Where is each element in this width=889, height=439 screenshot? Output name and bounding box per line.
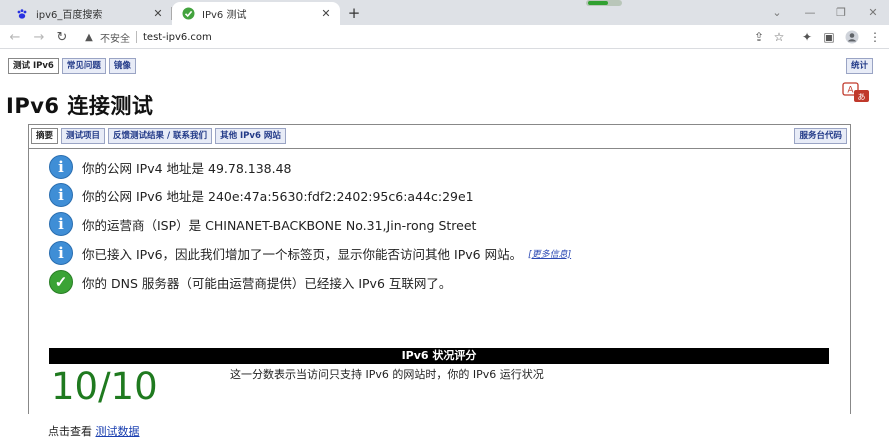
back-arrow-icon[interactable]: ← xyxy=(6,28,24,46)
url-text[interactable]: test-ipv6.com xyxy=(143,32,212,43)
view-data-prefix: 点击查看 xyxy=(48,425,92,438)
minimize-icon[interactable]: — xyxy=(795,2,825,22)
result-dns: ✓ 你的 DNS 服务器（可能由运营商提供）已经接入 IPv6 互联网了。 xyxy=(49,270,451,294)
tab-tests-run[interactable]: 测试项目 xyxy=(61,128,106,144)
score-description: 这一分数表示当访问只支持 IPv6 的网站时，你的 IPv6 运行状况 xyxy=(230,368,544,381)
more-menu-icon[interactable]: ⋮ xyxy=(866,28,884,46)
info-icon: i xyxy=(49,241,73,265)
top-nav: 测试 IPv6 常见问题 镜像 xyxy=(8,58,136,74)
panel-tabs: 摘要 测试项目 反馈测试结果 / 联系我们 其他 IPv6 网站 xyxy=(31,128,286,144)
panel-divider xyxy=(29,148,850,149)
svg-text:あ: あ xyxy=(858,93,866,102)
address-bar[interactable]: ▲ 不安全 test-ipv6.com xyxy=(76,27,792,47)
translate-icon[interactable]: A あ xyxy=(842,82,872,104)
tab-search-indicator xyxy=(586,0,622,6)
info-icon: i xyxy=(49,183,73,207)
browser-toolbar: ← → ↻ ▲ 不安全 test-ipv6.com ⇪ ☆ ✦ ▣ ⋮ xyxy=(0,25,889,49)
tab-share-results[interactable]: 反馈测试结果 / 联系我们 xyxy=(108,128,213,144)
page-content: 测试 IPv6 常见问题 镜像 统计 IPv6 连接测试 A あ 摘要 测试项目… xyxy=(0,50,889,438)
chevron-down-icon[interactable]: ⌄ xyxy=(762,2,792,22)
new-tab-icon[interactable]: + xyxy=(345,4,363,22)
result-ipv6-tab: i 你已接入 IPv6，因此我们增加了一个标签页，显示你能否访问其他 IPv6 … xyxy=(49,241,571,265)
window-close-icon[interactable]: ✕ xyxy=(858,2,888,22)
result-text: 你的 DNS 服务器（可能由运营商提供）已经接入 IPv6 互联网了。 xyxy=(82,275,452,291)
tab-ipv6-test[interactable]: IPv6 测试 ✕ xyxy=(172,2,340,25)
tab-baidu-search[interactable]: ipv6_百度搜索 ✕ xyxy=(6,2,172,25)
forward-arrow-icon[interactable]: → xyxy=(30,28,48,46)
result-text: 你的公网 IPv4 地址是 49.78.138.48 xyxy=(82,160,292,176)
results-panel: 摘要 测试项目 反馈测试结果 / 联系我们 其他 IPv6 网站 服务台代码 i… xyxy=(28,124,851,438)
info-icon: i xyxy=(49,155,73,179)
tab-title: IPv6 测试 xyxy=(202,10,247,21)
info-icon: i xyxy=(49,212,73,236)
tab-other-ipv6-sites[interactable]: 其他 IPv6 网站 xyxy=(215,128,286,144)
result-ipv6: i 你的公网 IPv6 地址是 240e:47a:5630:fdf2:2402:… xyxy=(49,183,474,207)
nav-faq[interactable]: 常见问题 xyxy=(61,58,106,74)
baidu-paw-icon xyxy=(15,7,29,21)
share-icon[interactable]: ⇪ xyxy=(750,28,768,46)
more-info-link[interactable]: [更多信息] xyxy=(528,247,571,260)
close-icon[interactable]: ✕ xyxy=(318,6,334,22)
warning-triangle-icon[interactable]: ▲ xyxy=(82,32,96,43)
bookmark-star-icon[interactable]: ☆ xyxy=(770,28,788,46)
result-text: 你的公网 IPv6 地址是 240e:47a:5630:fdf2:2402:95… xyxy=(82,188,474,204)
stats-button[interactable]: 统计 xyxy=(846,58,874,74)
tab-help-desk-code[interactable]: 服务台代码 xyxy=(794,128,847,144)
side-panel-icon[interactable]: ▣ xyxy=(820,28,838,46)
close-icon[interactable]: ✕ xyxy=(150,6,166,22)
green-check-icon xyxy=(181,7,195,21)
test-data-link[interactable]: 测试数据 xyxy=(96,425,140,438)
svg-text:A: A xyxy=(847,86,854,96)
page-title: IPv6 连接测试 xyxy=(6,94,154,118)
tab-summary[interactable]: 摘要 xyxy=(31,128,59,144)
score-value: 10/10 xyxy=(51,365,158,408)
nav-mirrors[interactable]: 镜像 xyxy=(108,58,136,74)
result-ipv4: i 你的公网 IPv4 地址是 49.78.138.48 xyxy=(49,155,292,179)
profile-avatar-icon[interactable] xyxy=(843,28,861,46)
result-isp: i 你的运营商（ISP）是 CHINANET-BACKBONE No.31,Ji… xyxy=(49,212,476,236)
checkmark-icon: ✓ xyxy=(49,270,73,294)
not-secure-label[interactable]: 不安全 xyxy=(100,30,130,45)
nav-test-ipv6[interactable]: 测试 IPv6 xyxy=(8,58,59,74)
extensions-puzzle-icon[interactable]: ✦ xyxy=(798,28,816,46)
result-text: 你已接入 IPv6，因此我们增加了一个标签页，显示你能否访问其他 IPv6 网站… xyxy=(82,246,523,262)
omnibox-divider xyxy=(136,31,137,43)
reload-icon[interactable]: ↻ xyxy=(53,28,71,46)
restore-icon[interactable]: ❐ xyxy=(826,2,856,22)
score-title-bar: IPv6 状况评分 xyxy=(49,348,829,364)
view-test-data: 点击查看 测试数据 xyxy=(48,423,140,439)
tab-strip: ipv6_百度搜索 ✕ IPv6 测试 ✕ + ⌄ — ❐ ✕ xyxy=(0,0,889,25)
tab-title: ipv6_百度搜索 xyxy=(36,10,103,21)
result-text: 你的运营商（ISP）是 CHINANET-BACKBONE No.31,Jin-… xyxy=(82,217,477,233)
